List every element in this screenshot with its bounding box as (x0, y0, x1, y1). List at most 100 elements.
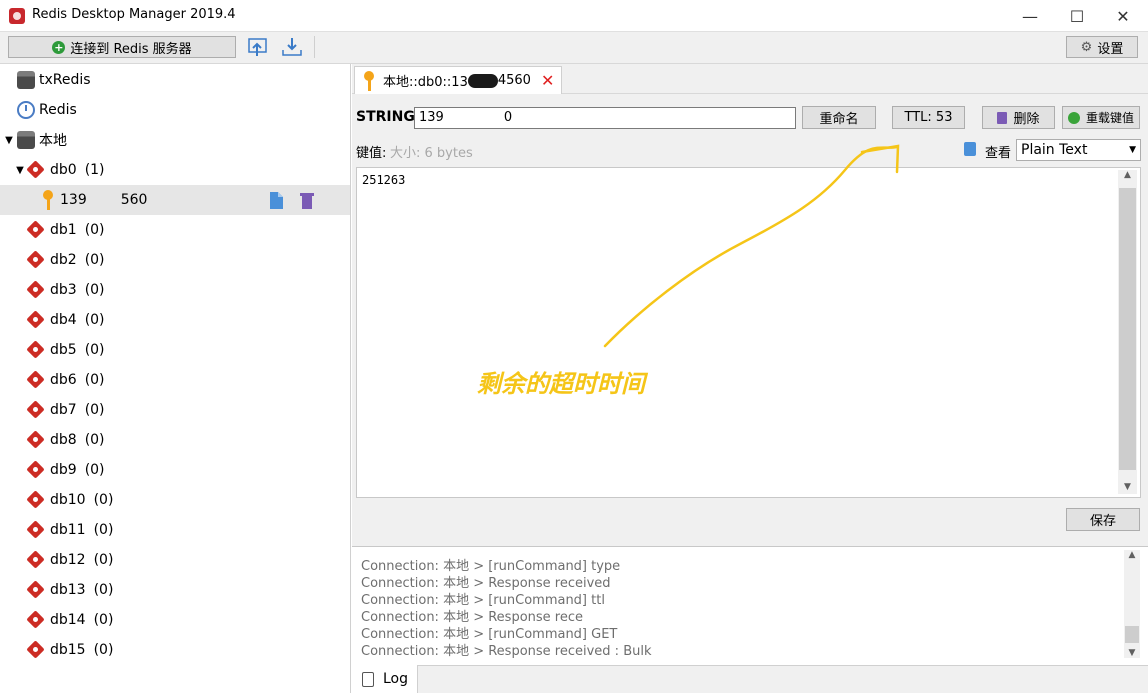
maximize-button[interactable]: ☐ (1054, 0, 1100, 32)
key-icon (363, 70, 375, 91)
tree-item-db11[interactable]: db11 (0) (0, 515, 350, 545)
clock-icon (17, 101, 35, 119)
database-icon (26, 522, 46, 538)
tree-item-db13[interactable]: db13 (0) (0, 575, 350, 605)
log-line: Connection: 本地 > Response received : Bul… (361, 644, 652, 659)
tree-item-db9[interactable]: db9 (0) (0, 455, 350, 485)
key-name-value: 139 (419, 110, 444, 125)
server-icon (17, 71, 35, 89)
reload-label: 重载键值 (1085, 111, 1134, 125)
db-label: db12 (50, 552, 86, 568)
delete-button[interactable]: 删除 (982, 106, 1055, 129)
database-icon (26, 162, 46, 178)
tree-item-db3[interactable]: db3 (0) (0, 275, 350, 305)
key-tab-title: 本地::db0::13 (383, 75, 468, 90)
db-label: db3 (50, 282, 77, 298)
db-label: db14 (50, 612, 86, 628)
log-icon (362, 671, 374, 687)
tree-item-db0[interactable]: ▼ db0 (1) (0, 155, 350, 185)
value-editor[interactable] (356, 167, 1141, 498)
tree-item-db10[interactable]: db10 (0) (0, 485, 350, 515)
settings-button[interactable]: ⚙ 设置 (1066, 36, 1138, 58)
database-icon (26, 222, 46, 238)
tree-item-db15[interactable]: db15 (0) (0, 635, 350, 665)
close-tab-icon[interactable]: ✕ (541, 71, 554, 90)
key-type-label: STRING: (356, 109, 421, 125)
gear-icon: ⚙ (1080, 39, 1093, 55)
tree-item-db1[interactable]: db1 (0) (0, 215, 350, 245)
server-icon (17, 131, 35, 149)
database-icon (26, 372, 46, 388)
scroll-up-icon[interactable]: ▲ (1118, 170, 1137, 180)
redacted-blur (86, 193, 121, 207)
tree-item-redis[interactable]: Redis (0, 95, 350, 125)
scroll-up-icon[interactable]: ▲ (1124, 550, 1140, 560)
key-name-input[interactable]: 139 0 (414, 107, 796, 129)
db-key-count: (0) (93, 552, 114, 568)
db-label: db2 (50, 252, 77, 268)
export-button[interactable] (280, 36, 304, 58)
database-icon (26, 462, 46, 478)
db-key-count: (0) (84, 312, 105, 328)
tree-item-db8[interactable]: db8 (0) (0, 425, 350, 455)
tree-item-txredis[interactable]: txRedis (0, 65, 350, 95)
import-button[interactable] (246, 36, 270, 58)
window-title: Redis Desktop Manager 2019.4 (32, 7, 236, 22)
tree-item-label: txRedis (39, 72, 91, 88)
db-key-count: (0) (84, 282, 105, 298)
close-window-button[interactable]: ✕ (1100, 0, 1146, 32)
scroll-down-icon[interactable]: ▼ (1124, 648, 1140, 658)
expand-arrow-icon[interactable]: ▼ (3, 135, 15, 146)
format-select[interactable]: Plain Text ▼ (1016, 139, 1141, 161)
db-key-count: (0) (93, 582, 114, 598)
value-scroll-thumb[interactable] (1119, 188, 1136, 470)
scroll-down-icon[interactable]: ▼ (1118, 482, 1137, 492)
delete-label: 删除 (1013, 112, 1040, 127)
reload-value-button[interactable]: 重载键值 (1062, 106, 1140, 129)
db-label: db8 (50, 432, 77, 448)
annotation-text: 剩余的超时时间 (477, 370, 645, 398)
connection-tree: txRedis Redis ▼ 本地 ▼ db0 (1) 139 560 db1… (0, 64, 351, 693)
value-text[interactable]: 251263 (362, 173, 405, 187)
key-icon (42, 190, 54, 210)
key-name-value-suffix: 0 (503, 110, 513, 125)
expand-arrow-icon[interactable]: ▼ (14, 165, 26, 176)
log-tab[interactable]: Log (352, 665, 418, 693)
minimize-button[interactable]: — (1007, 0, 1053, 32)
tree-item-db4[interactable]: db4 (0) (0, 305, 350, 335)
tree-item-key[interactable]: 139 560 (0, 185, 350, 215)
tree-item-db2[interactable]: db2 (0) (0, 245, 350, 275)
key-tab[interactable]: 本地::db0::13 4560 ✕ (354, 66, 562, 94)
db-key-count: (0) (84, 222, 105, 238)
tree-item-local[interactable]: ▼ 本地 (0, 125, 350, 155)
db-label: db15 (50, 642, 86, 658)
value-size-label: 大小: 6 bytes (390, 146, 473, 161)
tree-item-db7[interactable]: db7 (0) (0, 395, 350, 425)
view-format-label: 查看 (985, 146, 1012, 161)
key-label: 139 (60, 192, 87, 208)
database-icon (26, 492, 46, 508)
save-button[interactable]: 保存 (1066, 508, 1140, 531)
db-key-count: (0) (93, 492, 114, 508)
database-icon (26, 282, 46, 298)
db-key-count: (0) (84, 252, 105, 268)
tree-item-db5[interactable]: db5 (0) (0, 335, 350, 365)
database-icon (26, 642, 46, 658)
db-key-count: (0) (84, 462, 105, 478)
tree-item-db14[interactable]: db14 (0) (0, 605, 350, 635)
database-icon (26, 432, 46, 448)
import-icon (248, 38, 267, 56)
db-key-count: (1) (84, 162, 105, 178)
log-scroll-thumb[interactable] (1125, 626, 1139, 643)
rename-button[interactable]: 重命名 (802, 106, 876, 129)
db-label: db4 (50, 312, 77, 328)
connect-server-button[interactable]: + 连接到 Redis 服务器 (8, 36, 236, 58)
tree-item-db6[interactable]: db6 (0) (0, 365, 350, 395)
tree-item-db12[interactable]: db12 (0) (0, 545, 350, 575)
copy-key-icon[interactable] (267, 191, 285, 210)
ttl-button[interactable]: TTL: 53 (892, 106, 965, 129)
delete-key-icon[interactable] (299, 191, 315, 210)
reload-icon (1067, 111, 1080, 124)
database-icon (26, 402, 46, 418)
db-label: db0 (50, 162, 77, 178)
